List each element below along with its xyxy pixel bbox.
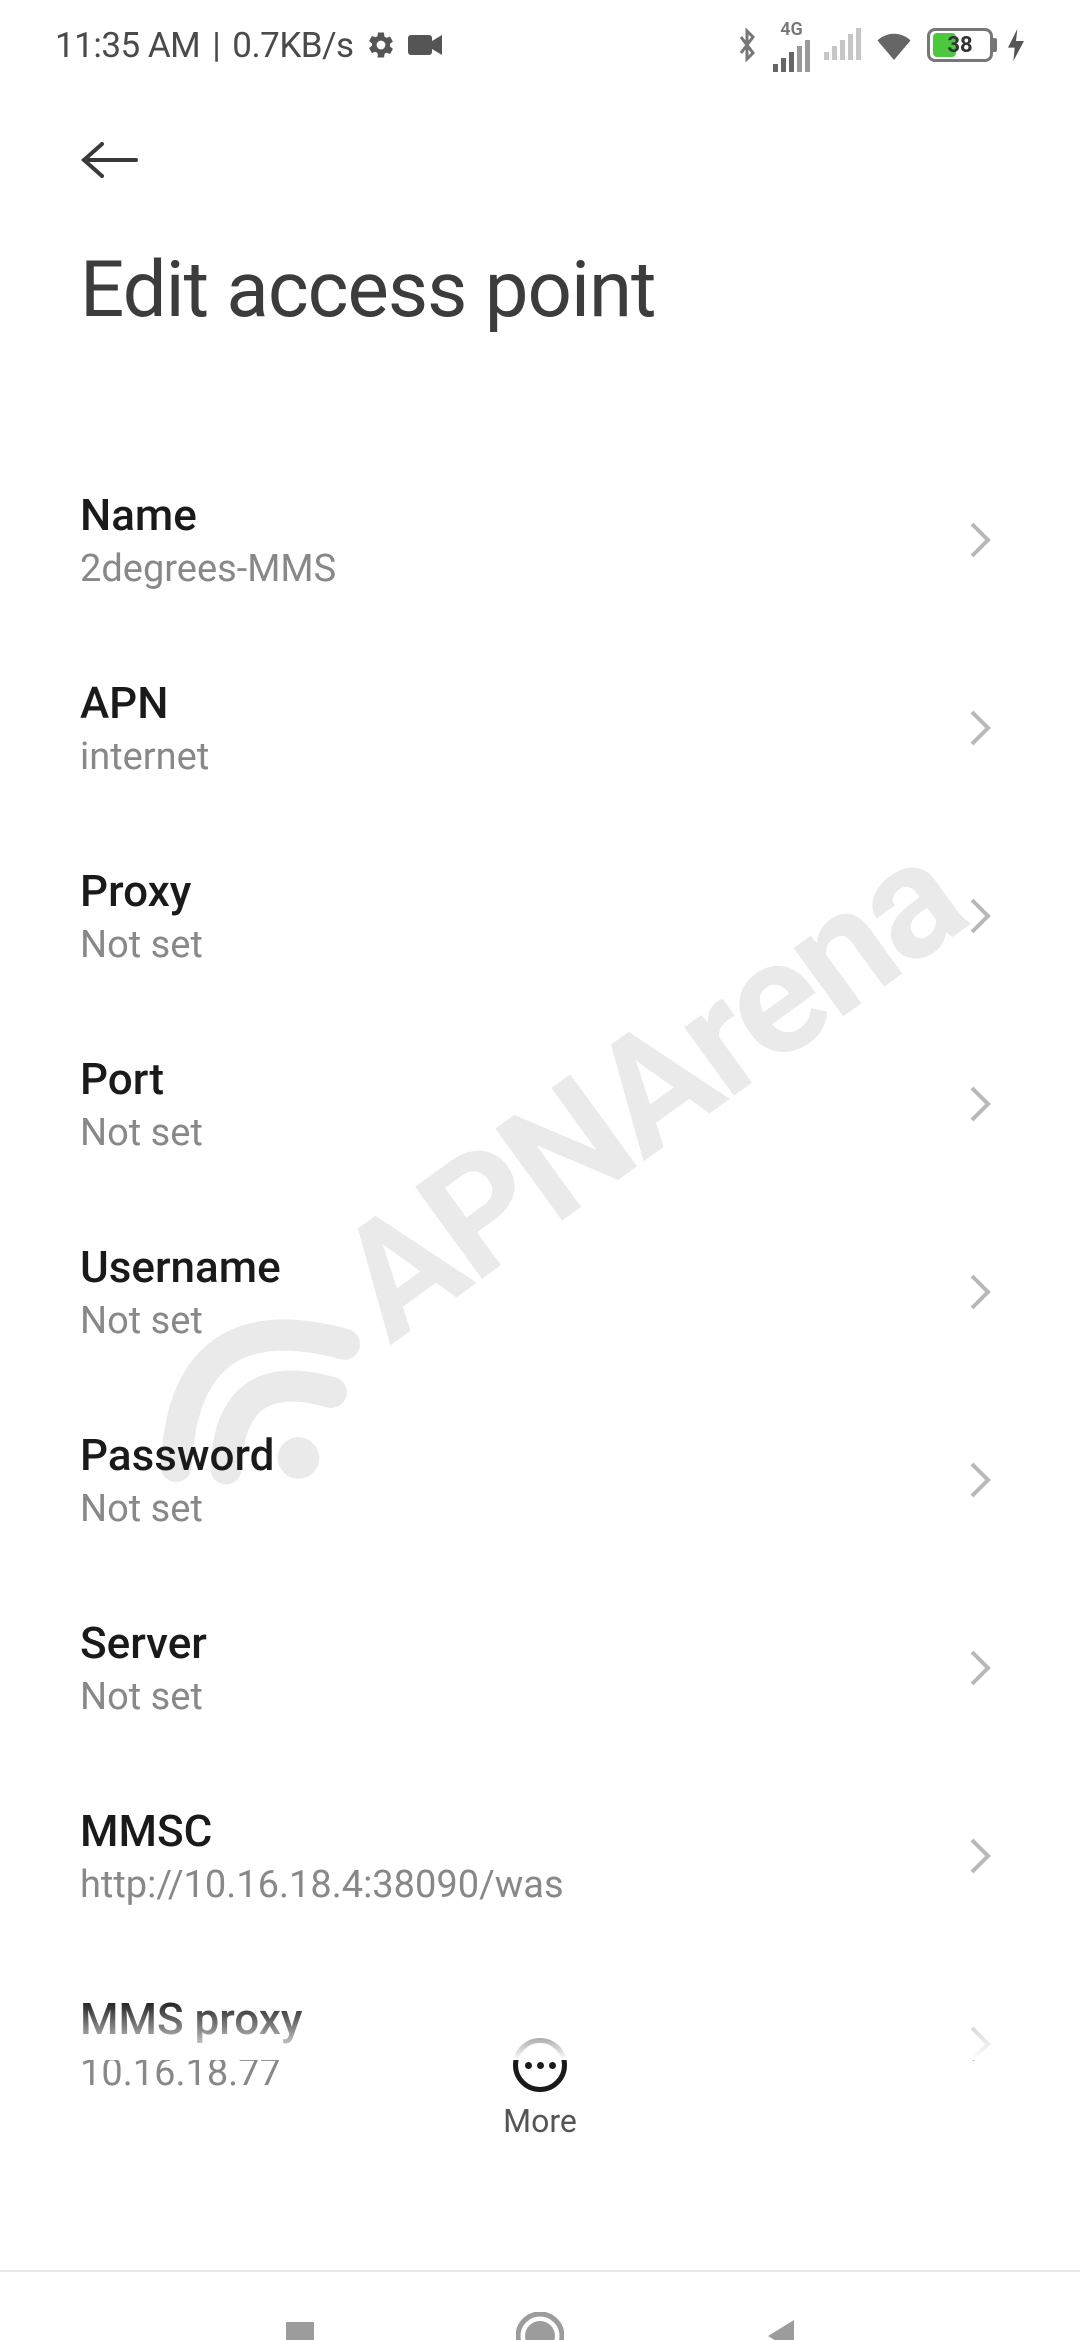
- signal-1-group: 4G: [773, 19, 810, 72]
- more-label: More: [503, 2102, 577, 2140]
- list-item-proxy[interactable]: Proxy Not set: [0, 822, 1080, 1010]
- nav-back-button[interactable]: [750, 2306, 810, 2340]
- square-icon: [282, 2318, 318, 2340]
- back-button[interactable]: [80, 130, 140, 190]
- circle-icon: [516, 2312, 564, 2340]
- list-item-port[interactable]: Port Not set: [0, 1010, 1080, 1198]
- arrow-left-icon: [80, 140, 140, 180]
- list-item-name[interactable]: Name 2degrees-MMS: [0, 446, 1080, 634]
- item-value: Not set: [80, 1487, 940, 1531]
- item-label: Username: [80, 1241, 940, 1293]
- more-button[interactable]: More: [0, 2008, 1080, 2140]
- status-pipe: |: [212, 25, 220, 66]
- status-time: 11:35 AM: [55, 25, 200, 66]
- list-item-username[interactable]: Username Not set: [0, 1198, 1080, 1386]
- page-title: Edit access point: [80, 245, 1000, 336]
- item-label: Port: [80, 1053, 940, 1105]
- item-value: internet: [80, 735, 940, 779]
- camera-icon: [408, 33, 442, 57]
- chevron-right-icon: [960, 1836, 1000, 1876]
- item-value: http://10.16.18.4:38090/was: [80, 1863, 940, 1907]
- list-item-password[interactable]: Password Not set: [0, 1386, 1080, 1574]
- signal-4g-label: 4G: [780, 19, 803, 40]
- battery-icon: 38: [927, 28, 993, 62]
- signal-bars-2: [824, 30, 861, 60]
- item-label: MMSC: [80, 1805, 940, 1857]
- chevron-right-icon: [960, 1084, 1000, 1124]
- charging-icon: [1007, 29, 1025, 61]
- item-label: Name: [80, 489, 940, 541]
- battery-pct: 38: [947, 33, 972, 58]
- chevron-right-icon: [960, 520, 1000, 560]
- chevron-right-icon: [960, 708, 1000, 748]
- chevron-right-icon: [960, 1460, 1000, 1500]
- chevron-right-icon: [960, 1648, 1000, 1688]
- nav-bar: [0, 2270, 1080, 2340]
- list-item-apn[interactable]: APN internet: [0, 634, 1080, 822]
- triangle-left-icon: [762, 2316, 798, 2340]
- item-value: Not set: [80, 1111, 940, 1155]
- item-label: Password: [80, 1429, 940, 1481]
- item-label: Proxy: [80, 865, 940, 917]
- item-label: APN: [80, 677, 940, 729]
- nav-recent-button[interactable]: [270, 2306, 330, 2340]
- status-data-rate: 0.7KB/s: [232, 25, 353, 66]
- status-bar: 11:35 AM | 0.7KB/s 4G 38: [0, 0, 1080, 90]
- list-item-mmsc[interactable]: MMSC http://10.16.18.4:38090/was: [0, 1762, 1080, 1950]
- item-value: Not set: [80, 1675, 940, 1719]
- chevron-right-icon: [960, 896, 1000, 936]
- signal-bars-1: [773, 42, 810, 72]
- settings-list: Name 2degrees-MMS APN internet Proxy Not…: [0, 446, 1080, 2138]
- item-label: Server: [80, 1617, 940, 1669]
- item-value: Not set: [80, 923, 940, 967]
- status-right: 4G 38: [735, 19, 1025, 72]
- item-value: Not set: [80, 1299, 940, 1343]
- bluetooth-icon: [735, 27, 759, 63]
- header: Edit access point: [0, 90, 1080, 336]
- item-value: 2degrees-MMS: [80, 547, 940, 591]
- chevron-right-icon: [960, 1272, 1000, 1312]
- list-item-server[interactable]: Server Not set: [0, 1574, 1080, 1762]
- status-left: 11:35 AM | 0.7KB/s: [55, 25, 442, 66]
- nav-home-button[interactable]: [510, 2306, 570, 2340]
- gear-icon: [366, 30, 396, 60]
- wifi-status-icon: [875, 30, 913, 60]
- more-dots-icon: [513, 2038, 567, 2092]
